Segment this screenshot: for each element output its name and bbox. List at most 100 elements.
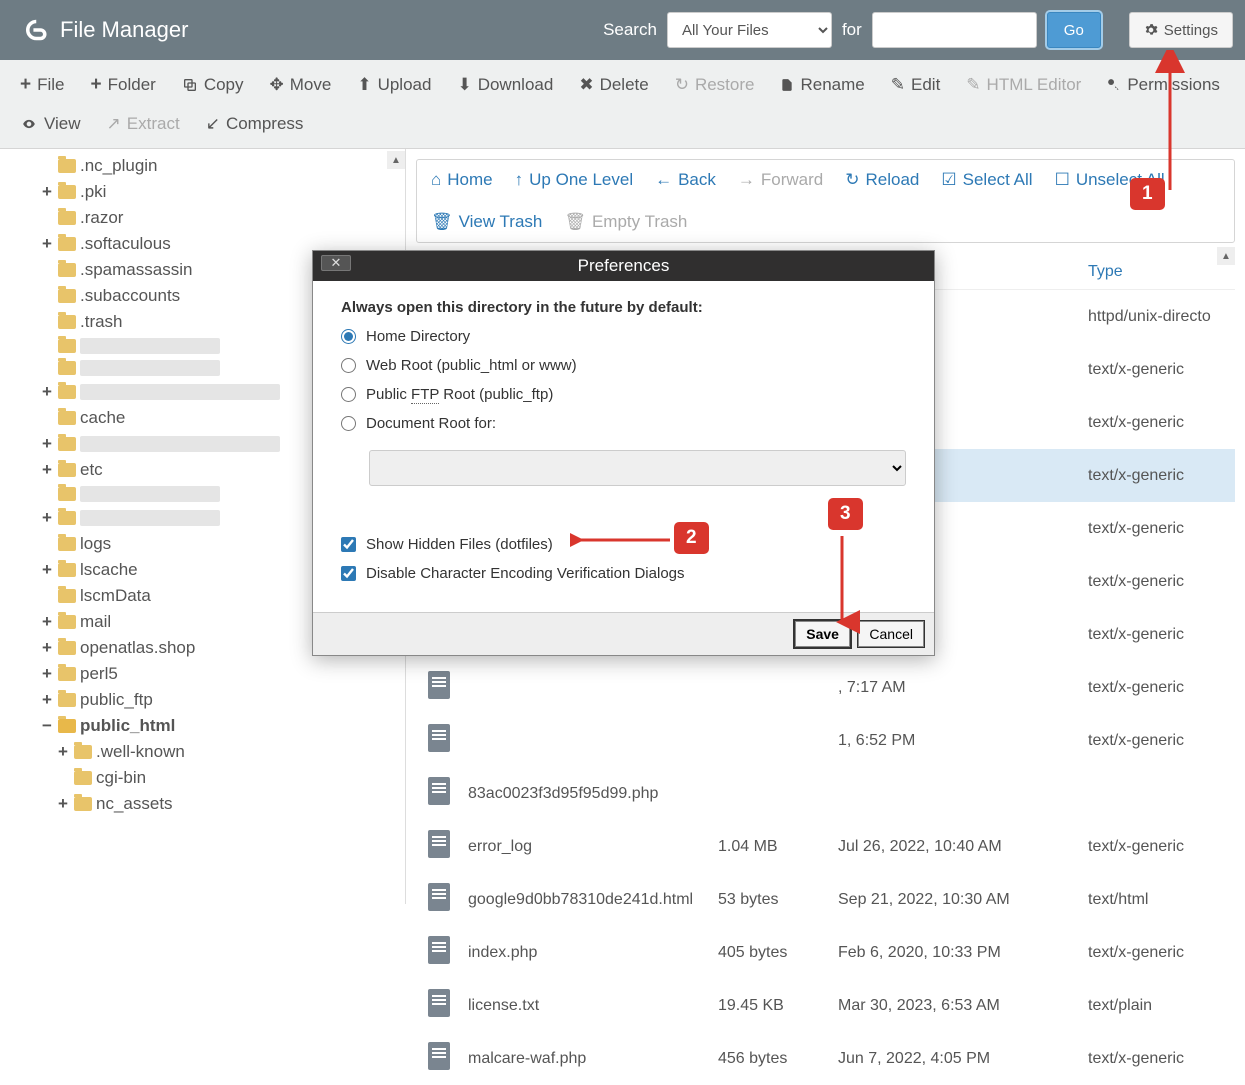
tree-label: logs	[80, 534, 111, 554]
back-button[interactable]: ←Back	[655, 170, 716, 190]
tree-label: cache	[80, 408, 125, 428]
folder-icon	[74, 745, 92, 759]
delete-button[interactable]: ✖Delete	[567, 66, 660, 104]
redacted-label	[80, 384, 280, 400]
redacted-label	[80, 486, 220, 502]
file-modified: Mar 30, 2023, 6:53 AM	[838, 997, 1088, 1015]
tree-label: .subaccounts	[80, 286, 180, 306]
html-editor-button[interactable]: ✎HTML Editor	[954, 66, 1093, 104]
search-input[interactable]	[872, 12, 1037, 48]
scroll-up-arrow[interactable]: ▲	[387, 151, 405, 169]
rename-button[interactable]: Rename	[768, 66, 876, 104]
folder-icon	[58, 211, 76, 225]
expander-icon[interactable]: +	[40, 638, 54, 658]
scroll-up-arrow[interactable]: ▲	[1217, 247, 1235, 265]
tree-item[interactable]: .nc_plugin	[0, 153, 405, 179]
file-size: 19.45 KB	[718, 997, 838, 1015]
radio-home-directory[interactable]: Home Directory	[341, 328, 906, 345]
move-button[interactable]: ✥Move	[258, 66, 344, 104]
tree-label: .nc_plugin	[80, 156, 158, 176]
permissions-button[interactable]: Permissions	[1095, 66, 1232, 104]
document-root-select[interactable]	[369, 450, 906, 486]
compress-button[interactable]: ↙Compress	[194, 106, 316, 142]
home-icon: ⌂	[431, 170, 441, 190]
dialog-body: Always open this directory in the future…	[313, 281, 934, 612]
file-button[interactable]: +File	[8, 66, 77, 104]
table-row[interactable]: license.txt 19.45 KB Mar 30, 2023, 6:53 …	[416, 979, 1235, 1032]
table-row[interactable]: index.php 405 bytes Feb 6, 2020, 10:33 P…	[416, 926, 1235, 979]
cancel-button[interactable]: Cancel	[858, 621, 924, 647]
up-level-button[interactable]: ↑Up One Level	[515, 170, 633, 190]
copy-button[interactable]: Copy	[170, 66, 256, 104]
expander-icon[interactable]: +	[40, 382, 54, 402]
folder-icon	[58, 339, 76, 353]
expander-icon[interactable]: +	[40, 612, 54, 632]
folder-icon	[58, 361, 76, 375]
expander-icon[interactable]: +	[40, 690, 54, 710]
expander-icon[interactable]: +	[56, 794, 70, 814]
tree-label: .razor	[80, 208, 123, 228]
forward-button[interactable]: →Forward	[738, 170, 823, 190]
expander-icon[interactable]: +	[40, 560, 54, 580]
tree-item[interactable]: +.pki	[0, 179, 405, 205]
upload-button[interactable]: ⬆Upload	[345, 66, 443, 104]
compress-icon: ↙	[206, 114, 220, 134]
file-icon	[428, 989, 450, 1017]
search-scope-select[interactable]: All Your Files	[667, 12, 832, 48]
tree-item[interactable]: .razor	[0, 205, 405, 231]
reload-button[interactable]: ↻Reload	[845, 170, 919, 190]
restore-button[interactable]: ↻Restore	[663, 66, 767, 104]
table-row[interactable]: , 7:17 AM text/x-generic	[416, 661, 1235, 714]
expander-icon[interactable]: −	[40, 716, 54, 736]
file-type: text/x-generic	[1088, 1050, 1223, 1068]
folder-button[interactable]: +Folder	[79, 66, 168, 104]
file-size: 405 bytes	[718, 944, 838, 962]
key-icon	[1107, 78, 1121, 92]
view-trash-button[interactable]: 🗑View Trash	[431, 212, 542, 232]
edit-button[interactable]: ✎Edit	[879, 66, 953, 104]
expander-icon[interactable]: +	[40, 234, 54, 254]
table-row[interactable]: 83ac0023f3d95f95d99.php	[416, 767, 1235, 820]
tree-item[interactable]: +nc_assets	[0, 791, 405, 817]
folder-icon	[58, 463, 76, 477]
file-modified: Jul 26, 2022, 10:40 AM	[838, 838, 1088, 856]
expander-icon[interactable]: +	[40, 664, 54, 684]
tree-item[interactable]: +.well-known	[0, 739, 405, 765]
table-row[interactable]: google9d0bb78310de241d.html 53 bytes Sep…	[416, 873, 1235, 926]
view-button[interactable]: View	[8, 106, 93, 142]
radio-document-root[interactable]: Document Root for:	[341, 415, 906, 432]
tree-item[interactable]: +public_ftp	[0, 687, 405, 713]
radio-web-root[interactable]: Web Root (public_html or www)	[341, 357, 906, 374]
file-modified: , 7:17 AM	[838, 679, 1088, 697]
go-button[interactable]: Go	[1047, 12, 1101, 48]
download-button[interactable]: ⬇Download	[445, 66, 565, 104]
unselect-all-button[interactable]: ☐Unselect All	[1055, 170, 1165, 190]
folder-icon	[58, 437, 76, 451]
expander-icon[interactable]: +	[40, 182, 54, 202]
save-button[interactable]: Save	[795, 621, 850, 647]
tree-item[interactable]: +perl5	[0, 661, 405, 687]
checkbox-show-hidden[interactable]: Show Hidden Files (dotfiles)	[341, 536, 906, 553]
file-size: 1.04 MB	[718, 838, 838, 856]
app-header: File Manager Search All Your Files for G…	[0, 0, 1245, 60]
checkbox-disable-encoding[interactable]: Disable Character Encoding Verification …	[341, 565, 906, 582]
table-row[interactable]: malcare-waf.php 456 bytes Jun 7, 2022, 4…	[416, 1032, 1235, 1085]
home-button[interactable]: ⌂Home	[431, 170, 493, 190]
up-icon: ↑	[515, 170, 524, 190]
settings-button[interactable]: Settings	[1129, 12, 1233, 48]
select-all-button[interactable]: ☑Select All	[941, 170, 1032, 190]
file-type: text/x-generic	[1088, 626, 1223, 644]
table-row[interactable]: error_log 1.04 MB Jul 26, 2022, 10:40 AM…	[416, 820, 1235, 873]
table-row[interactable]: 1, 6:52 PM text/x-generic	[416, 714, 1235, 767]
expander-icon[interactable]: +	[56, 742, 70, 762]
tree-item[interactable]: −public_html	[0, 713, 405, 739]
empty-trash-button[interactable]: 🗑Empty Trash	[564, 212, 687, 232]
expander-icon[interactable]: +	[40, 434, 54, 454]
tree-item[interactable]: cgi-bin	[0, 765, 405, 791]
expander-icon[interactable]: +	[40, 508, 54, 528]
extract-button[interactable]: ↗Extract	[95, 106, 192, 142]
radio-public-ftp[interactable]: Public FTP Root (public_ftp)	[341, 386, 906, 403]
close-button[interactable]: ✕	[321, 255, 351, 271]
expander-icon[interactable]: +	[40, 460, 54, 480]
dialog-header: ✕ Preferences	[313, 251, 934, 281]
